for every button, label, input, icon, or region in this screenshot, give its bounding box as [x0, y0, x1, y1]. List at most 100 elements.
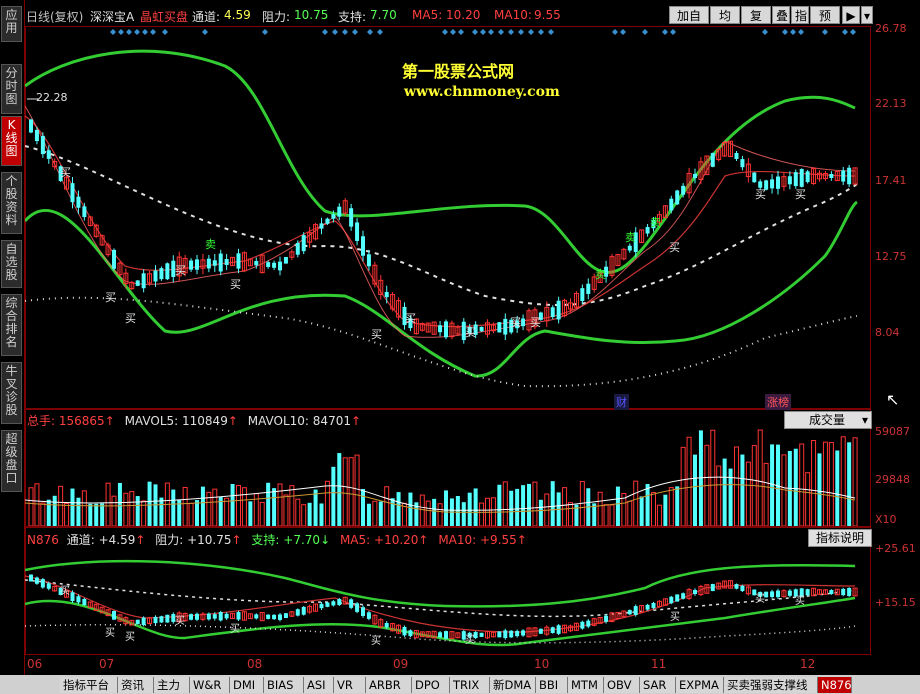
candle-body	[361, 607, 365, 617]
signal-diamond	[162, 29, 168, 35]
signal-diamond	[118, 29, 124, 35]
volume-bar	[188, 502, 194, 526]
total-volume-value: 156865	[58, 414, 105, 428]
tab-watchlist[interactable]: 自选股	[1, 240, 22, 288]
volume-bar	[515, 488, 520, 526]
moving-average-button[interactable]: 均线	[710, 6, 740, 41]
volume-bar	[46, 499, 51, 526]
candle-body	[218, 612, 223, 621]
dotted-base-line	[25, 296, 858, 388]
bottom-tab[interactable]: 资讯	[118, 677, 154, 693]
svg-text:买: 买	[405, 312, 416, 325]
bottom-tab[interactable]: SAR	[640, 677, 676, 693]
tab-kline[interactable]: K线图	[1, 116, 22, 166]
signal-diamond	[352, 29, 358, 35]
volume-bar	[28, 487, 34, 526]
candle-body	[770, 591, 775, 597]
bottom-tab[interactable]: 指标平台	[60, 677, 118, 693]
svg-text:买: 买	[755, 593, 765, 605]
volume-bar	[852, 437, 858, 526]
volume-bar	[171, 489, 176, 526]
candle-body	[189, 260, 194, 270]
bottom-tab[interactable]: ARBR	[366, 677, 412, 693]
indicator-name[interactable]: N876	[27, 533, 59, 547]
bottom-tab[interactable]: VR	[334, 677, 366, 693]
finance-marker[interactable]: 财	[614, 394, 629, 410]
volume-bar	[455, 495, 460, 526]
volume-header: 总手: 156865↑ MAVOL5: 110849↑ MAVOL10: 847…	[27, 414, 362, 428]
axis-label: 8.04	[875, 326, 900, 339]
volume-bar	[828, 442, 834, 526]
volume-bar	[509, 490, 514, 526]
volume-bar	[811, 440, 817, 526]
bottom-tab[interactable]: ASI	[304, 677, 334, 693]
candle-body	[189, 614, 194, 620]
tab-diagnosis[interactable]: 牛叉诊股	[1, 362, 22, 424]
bottom-tab[interactable]: TRIX	[450, 677, 490, 693]
x-axis-label: 06	[27, 657, 43, 671]
indicator-select[interactable]: 成交量 ▾	[784, 411, 872, 429]
indicator-button[interactable]: 指标	[791, 6, 809, 41]
tab-level2[interactable]: 超级盘口	[1, 430, 22, 492]
bottom-tab[interactable]: DPO	[412, 677, 450, 693]
bottom-tab[interactable]: W&R	[190, 677, 230, 693]
candle-body	[669, 596, 674, 604]
tab-intraday[interactable]: 分时图	[1, 64, 22, 114]
bottom-tab[interactable]: OBV	[604, 677, 640, 693]
mavol5-label: MAVOL5:	[124, 414, 179, 428]
candle-body	[266, 262, 271, 267]
dropdown-icon[interactable]: ▾	[861, 6, 873, 24]
volume-bar	[805, 472, 811, 526]
volume-chart[interactable]	[25, 428, 871, 526]
candle-body	[645, 604, 650, 610]
candle-body	[40, 136, 45, 155]
support-label: 支持:	[338, 10, 367, 24]
bottom-tab[interactable]: DMI	[230, 677, 264, 693]
axis-label: 22.13	[875, 97, 907, 110]
limit-up-marker[interactable]: 涨榜	[765, 394, 791, 410]
candle-body	[829, 589, 834, 595]
candle-body	[503, 318, 508, 335]
tab-apps[interactable]: 应用	[1, 6, 22, 42]
channel-label: 通道:	[192, 10, 221, 24]
candle-body	[770, 179, 775, 189]
period-label[interactable]: 日线(复权)	[26, 8, 83, 25]
bottom-tab[interactable]: 主力	[154, 677, 190, 693]
bottom-tab[interactable]: BBI	[536, 677, 568, 693]
volume-bar	[266, 482, 271, 526]
tab-ranking[interactable]: 综合排名	[1, 294, 22, 356]
bottom-tab[interactable]: 新DMA	[490, 677, 536, 693]
svg-text:买: 买	[669, 241, 680, 254]
candle-body	[254, 614, 259, 619]
candle-body	[29, 574, 33, 582]
bottom-tab[interactable]: N876	[818, 677, 852, 693]
volume-bar	[639, 496, 644, 526]
volume-bar	[527, 483, 531, 526]
overlay-button[interactable]: 叠	[772, 6, 790, 24]
volume-bar	[212, 488, 218, 526]
candle-body	[218, 253, 223, 272]
stock-name[interactable]: 深深宝A	[90, 8, 134, 25]
volume-bar	[289, 485, 295, 526]
bottom-tab[interactable]: MTM	[568, 677, 604, 693]
candle-body	[46, 583, 51, 589]
volume-bar	[396, 492, 401, 526]
volume-bar	[722, 458, 727, 526]
adjust-button[interactable]: 复权	[741, 6, 771, 41]
next-arrow-icon[interactable]: ▶	[842, 6, 860, 24]
signal-diamond	[498, 29, 504, 35]
signal-diamond	[450, 29, 456, 35]
indicator-chart[interactable]: 买买买 买买买 买买买买	[25, 548, 871, 654]
forecast-button[interactable]: 预测	[810, 6, 840, 41]
bottom-tab[interactable]: EXPMA	[676, 677, 724, 693]
candle-body	[669, 198, 674, 211]
indicator-help-button[interactable]: 指标说明	[808, 529, 872, 547]
volume-bar	[58, 485, 64, 526]
tab-stock-info[interactable]: 个股资料	[1, 172, 22, 234]
bottom-tab[interactable]: BIAS	[264, 677, 304, 693]
volume-bar	[835, 450, 840, 526]
volume-bar	[88, 503, 93, 526]
x-axis-label: 09	[393, 657, 409, 671]
add-favorite-button[interactable]: 加自选	[669, 6, 709, 41]
bottom-tab[interactable]: 买卖强弱支撑线	[724, 677, 818, 693]
